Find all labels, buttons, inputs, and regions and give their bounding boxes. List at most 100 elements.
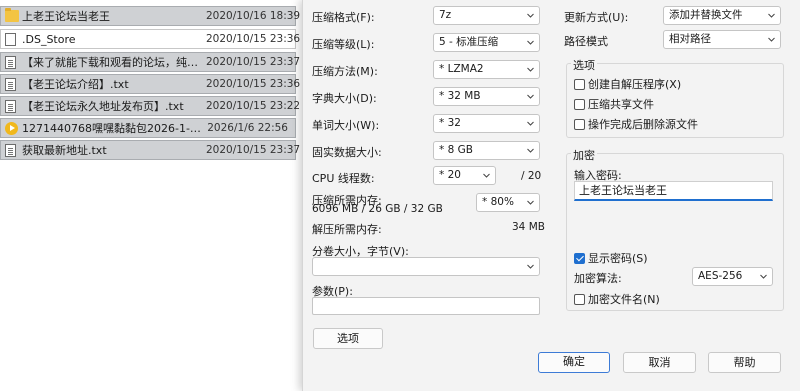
show-password-label: 显示密码(S): [588, 252, 648, 265]
level-label: 压缩等级(L):: [312, 38, 375, 51]
chevron-down-icon: [527, 199, 534, 206]
password-input[interactable]: 上老王论坛当老王: [574, 181, 773, 201]
path-label: 路径模式: [564, 35, 608, 48]
decomp-label: 解压所需内存:: [312, 223, 382, 236]
file-icon: [5, 32, 16, 46]
password-value: 上老王论坛当老王: [579, 184, 667, 197]
cpu-label: CPU 线程数:: [312, 172, 375, 185]
update-label: 更新方式(U):: [564, 11, 629, 24]
cpu-value: * 20: [439, 169, 461, 181]
file-row[interactable]: 1271440768嘿嘿黏黏包2026-1-4.mp4 2026/1/6 22:…: [0, 118, 296, 138]
show-password-checkbox[interactable]: 显示密码(S): [574, 250, 648, 266]
decomp-value: 34 MB: [512, 221, 545, 233]
archive-dialog: 压缩格式(F): 7z 压缩等级(L): 5 - 标准压缩 压缩方法(M): *…: [302, 0, 800, 391]
ok-button[interactable]: 确定: [538, 352, 610, 373]
path-value: 相对路径: [669, 33, 711, 45]
solid-select[interactable]: * 8 GB: [433, 141, 540, 160]
sfx-checkbox[interactable]: 创建自解压程序(X): [574, 76, 681, 92]
file-name: .DS_Store: [22, 32, 76, 46]
mem-usage-select[interactable]: * 80%: [476, 193, 540, 212]
file-row[interactable]: 【老王论坛介绍】.txt 2020/10/15 23:36: [0, 74, 301, 94]
chevron-down-icon: [527, 39, 534, 46]
file-row[interactable]: 获取最新地址.txt 2020/10/15 23:37: [0, 140, 301, 160]
dict-label: 字典大小(D):: [312, 92, 377, 105]
sfx-label: 创建自解压程序(X): [588, 78, 682, 91]
encryption-group-title: 加密: [571, 147, 597, 163]
file-name: 【老王论坛介绍】.txt: [22, 78, 129, 91]
file-date: 2020/10/16 18:39: [206, 10, 301, 22]
chevron-down-icon: [483, 172, 490, 179]
cpu-total: / 20: [521, 170, 542, 182]
word-label: 单词大小(W):: [312, 119, 380, 132]
file-name: 上老王论坛当老王: [22, 10, 110, 23]
chevron-down-icon: [527, 66, 534, 73]
file-date: 2020/10/15 23:37: [206, 56, 301, 68]
algo-select[interactable]: AES-256: [692, 267, 773, 286]
update-value: 添加并替换文件: [669, 9, 743, 21]
checkbox-checked: [574, 252, 585, 264]
mem-detail: 6096 MB / 26 GB / 32 GB: [312, 203, 443, 215]
chevron-down-icon: [768, 12, 775, 19]
file-name: 【来了就能下载和观看的论坛，纯免费！…: [22, 56, 206, 69]
method-select[interactable]: * LZMA2: [433, 60, 540, 79]
method-label: 压缩方法(M):: [312, 65, 378, 78]
update-mode-select[interactable]: 添加并替换文件: [663, 6, 781, 25]
format-select[interactable]: 7z: [433, 6, 540, 25]
file-name: 获取最新地址.txt: [22, 144, 107, 157]
cancel-button[interactable]: 取消: [623, 352, 696, 373]
chevron-down-icon: [527, 263, 534, 270]
shared-files-checkbox[interactable]: 压缩共享文件: [574, 96, 654, 112]
chevron-down-icon: [527, 120, 534, 127]
file-date: 2020/10/15 23:37: [206, 144, 301, 156]
algo-label: 加密算法:: [574, 272, 622, 285]
chevron-down-icon: [527, 93, 534, 100]
format-value: 7z: [439, 9, 452, 21]
chevron-down-icon: [760, 273, 767, 280]
cpu-select[interactable]: * 20: [433, 166, 496, 185]
folder-icon: [5, 8, 19, 22]
encrypt-names-label: 加密文件名(N): [588, 293, 660, 306]
word-value: * 32: [439, 117, 461, 129]
algo-value: AES-256: [698, 270, 743, 282]
chevron-down-icon: [527, 147, 534, 154]
dict-value: * 32 MB: [439, 90, 481, 102]
checkbox-box: [574, 118, 585, 130]
method-value: * LZMA2: [439, 63, 484, 75]
options-group-title: 选项: [571, 57, 597, 73]
solid-label: 固实数据大小:: [312, 146, 382, 159]
format-label: 压缩格式(F):: [312, 11, 375, 24]
shared-label: 压缩共享文件: [588, 98, 654, 111]
delete-after-checkbox[interactable]: 操作完成后删除源文件: [574, 116, 698, 132]
text-file-icon: [5, 143, 16, 157]
split-size-select[interactable]: [312, 257, 540, 276]
file-date: 2026/1/6 22:56: [207, 122, 288, 134]
text-file-icon: [5, 55, 16, 69]
file-date: 2020/10/15 23:36: [206, 33, 301, 45]
file-row[interactable]: 上老王论坛当老王 2020/10/16 18:39: [0, 6, 301, 26]
dict-select[interactable]: * 32 MB: [433, 87, 540, 106]
file-row[interactable]: 【来了就能下载和观看的论坛，纯免费！… 2020/10/15 23:37: [0, 52, 301, 72]
help-button[interactable]: 帮助: [708, 352, 781, 373]
text-file-icon: [5, 77, 16, 91]
mem-value: * 80%: [482, 196, 514, 208]
file-row[interactable]: 【老王论坛永久地址发布页】.txt 2020/10/15 23:22: [0, 96, 301, 116]
checkbox-box: [574, 293, 585, 305]
file-date: 2020/10/15 23:36: [206, 78, 301, 90]
delete-label: 操作完成后删除源文件: [588, 118, 698, 131]
params-input[interactable]: [312, 297, 540, 315]
chevron-down-icon: [768, 36, 775, 43]
file-date: 2020/10/15 23:22: [206, 100, 301, 112]
solid-value: * 8 GB: [439, 144, 473, 156]
video-file-icon: [5, 121, 18, 135]
word-select[interactable]: * 32: [433, 114, 540, 133]
encrypt-names-checkbox[interactable]: 加密文件名(N): [574, 291, 660, 307]
file-row[interactable]: .DS_Store 2020/10/15 23:36: [0, 29, 301, 49]
checkbox-box: [574, 98, 585, 110]
text-file-icon: [5, 99, 16, 113]
options-button[interactable]: 选项: [313, 328, 383, 349]
file-name: 1271440768嘿嘿黏黏包2026-1-4.mp4: [22, 122, 206, 135]
chevron-down-icon: [527, 12, 534, 19]
level-value: 5 - 标准压缩: [439, 36, 499, 48]
path-mode-select[interactable]: 相对路径: [663, 30, 781, 49]
level-select[interactable]: 5 - 标准压缩: [433, 33, 540, 52]
